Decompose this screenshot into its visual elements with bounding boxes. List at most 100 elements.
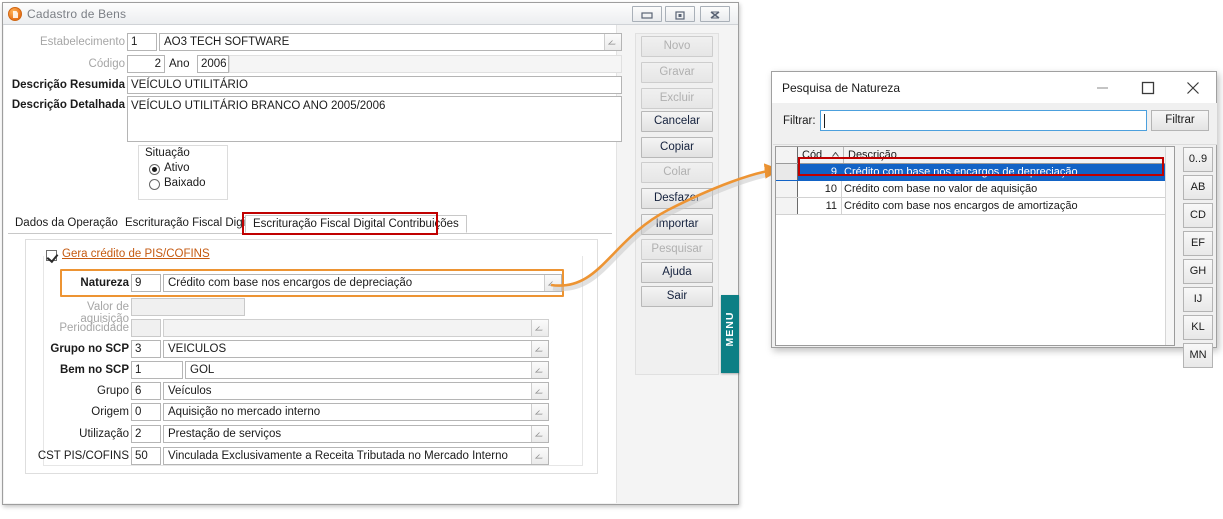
cancelar-button[interactable]: Cancelar xyxy=(641,111,713,132)
chevron-down-icon[interactable] xyxy=(531,341,548,357)
natureza-highlight-annotation xyxy=(60,269,564,297)
cst-combo[interactable]: Vinculada Exclusivamente a Receita Tribu… xyxy=(163,447,549,465)
minimize-icon[interactable] xyxy=(1080,72,1125,103)
periodicidade-code-input[interactable] xyxy=(131,319,161,337)
app-icon xyxy=(8,7,22,21)
chevron-down-icon[interactable] xyxy=(531,383,548,399)
origem-value: Aquisição no mercado interno xyxy=(168,406,321,418)
row-descricao: Crédito com base no valor de aquisição xyxy=(844,183,1038,195)
utilizacao-code-input[interactable]: 2 xyxy=(131,425,161,443)
ano-input[interactable]: 2006 xyxy=(197,55,229,73)
cst-code-input[interactable]: 50 xyxy=(131,447,161,465)
row-selector[interactable] xyxy=(776,164,798,180)
chevron-down-icon[interactable] xyxy=(531,404,548,420)
desfazer-button[interactable]: Desfazer xyxy=(641,188,713,209)
label-periodicidade: Periodicidade xyxy=(59,322,129,334)
bem-scp-code-input[interactable]: 1 xyxy=(131,361,183,379)
table-row[interactable]: 11 Crédito com base nos encargos de amor… xyxy=(776,198,1174,215)
alpha-button-mn[interactable]: MN xyxy=(1183,343,1213,368)
ajuda-button[interactable]: Ajuda xyxy=(641,262,713,283)
cst-value: Vinculada Exclusivamente a Receita Tribu… xyxy=(168,450,508,462)
origem-combo[interactable]: Aquisição no mercado interno xyxy=(163,403,549,421)
chevron-down-icon[interactable] xyxy=(604,34,621,50)
row-selector[interactable] xyxy=(776,181,798,197)
copiar-button[interactable]: Copiar xyxy=(641,137,713,158)
excluir-button[interactable]: Excluir xyxy=(641,88,713,109)
grupo-scp-code-input[interactable]: 3 xyxy=(131,340,161,358)
grupo-code-input[interactable]: 6 xyxy=(131,382,161,400)
gera-credito-label: Gera crédito de PIS/COFINS xyxy=(62,248,210,260)
novo-button[interactable]: Novo xyxy=(641,36,713,57)
table-row[interactable]: 10 Crédito com base no valor de aquisiçã… xyxy=(776,181,1174,198)
menu-side-tab[interactable]: MENU xyxy=(721,295,739,373)
codigo-row-filler xyxy=(229,55,622,73)
alpha-button-ij[interactable]: IJ xyxy=(1183,287,1213,312)
grupo-scp-combo[interactable]: VEICULOS xyxy=(163,340,549,358)
alpha-button-0-9[interactable]: 0..9 xyxy=(1183,147,1213,172)
tab-dados-da-operacao[interactable]: Dados da Operação xyxy=(8,215,125,233)
radio-ativo[interactable] xyxy=(149,164,160,175)
alpha-button-cd[interactable]: CD xyxy=(1183,203,1213,228)
sair-button[interactable]: Sair xyxy=(641,286,713,307)
tab-highlight-annotation xyxy=(242,212,438,235)
grupo-scp-value: VEICULOS xyxy=(168,343,227,355)
chevron-down-icon[interactable] xyxy=(531,320,548,336)
label-ativo: Ativo xyxy=(164,162,190,174)
label-filtrar: Filtrar: xyxy=(783,115,816,127)
close-icon[interactable] xyxy=(700,6,730,22)
label-bem-no-scp: Bem no SCP xyxy=(59,364,129,376)
alpha-button-kl[interactable]: KL xyxy=(1183,315,1213,340)
codigo-input[interactable]: 2 xyxy=(127,55,165,73)
bem-scp-combo[interactable]: GOL xyxy=(185,361,549,379)
label-cst-pis-cofins: CST PIS/COFINS xyxy=(37,450,129,462)
filter-input[interactable] xyxy=(820,110,1147,131)
gravar-button[interactable]: Gravar xyxy=(641,62,713,83)
label-estabelecimento: Estabelecimento xyxy=(39,36,125,48)
colar-button[interactable]: Colar xyxy=(641,162,713,183)
chevron-down-icon[interactable] xyxy=(531,426,548,442)
descricao-resumida-input[interactable]: VEÍCULO UTILITÁRIO xyxy=(127,76,622,94)
grupo-value: Veículos xyxy=(168,385,212,397)
label-grupo-no-scp: Grupo no SCP xyxy=(50,343,129,355)
text-caret xyxy=(824,114,825,128)
importar-button[interactable]: Importar xyxy=(641,214,713,235)
origem-code-input[interactable]: 0 xyxy=(131,403,161,421)
chevron-down-icon[interactable] xyxy=(531,448,548,464)
radio-baixado[interactable] xyxy=(149,179,160,190)
estabelecimento-combo[interactable]: AO3 TECH SOFTWARE xyxy=(159,33,622,51)
label-utilizacao: Utilização xyxy=(79,428,129,440)
selected-row-highlight-annotation xyxy=(798,157,1164,176)
menu-side-tab-label: MENU xyxy=(724,311,736,347)
minimize-icon[interactable] xyxy=(632,6,662,22)
estabelecimento-name: AO3 TECH SOFTWARE xyxy=(164,36,290,48)
row-codigo: 10 xyxy=(798,181,842,197)
alpha-button-gh[interactable]: GH xyxy=(1183,259,1213,284)
close-icon[interactable] xyxy=(1170,72,1215,103)
label-descricao-detalhada: Descrição Detalhada xyxy=(11,99,125,111)
label-ano: Ano xyxy=(169,58,190,70)
row-codigo: 11 xyxy=(798,198,842,214)
filtrar-button[interactable]: Filtrar xyxy=(1151,110,1209,131)
utilizacao-combo[interactable]: Prestação de serviços xyxy=(163,425,549,443)
row-selector[interactable] xyxy=(776,198,798,214)
bem-scp-value: GOL xyxy=(190,364,215,376)
alpha-button-ab[interactable]: AB xyxy=(1183,175,1213,200)
natureza-grid[interactable]: Cód Descrição 9 Crédito com base nos enc… xyxy=(775,146,1175,346)
row-descricao: Crédito com base nos encargos de amortiz… xyxy=(844,200,1078,212)
gera-credito-checkbox[interactable] xyxy=(46,250,57,261)
label-origem: Origem xyxy=(91,406,129,418)
alpha-button-ef[interactable]: EF xyxy=(1183,231,1213,256)
descricao-detalhada-input[interactable]: VEÍCULO UTILITÁRIO BRANCO ANO 2005/2006 xyxy=(127,96,622,142)
main-window-title: Cadastro de Bens xyxy=(27,7,127,21)
estabelecimento-code-input[interactable]: 1 xyxy=(127,33,157,51)
grupo-combo[interactable]: Veículos xyxy=(163,382,549,400)
restore-icon[interactable] xyxy=(665,6,695,22)
label-codigo: Código xyxy=(88,58,125,70)
periodicidade-combo[interactable] xyxy=(163,319,549,337)
pesquisar-button[interactable]: Pesquisar xyxy=(641,239,713,260)
valor-aquisicao-input[interactable] xyxy=(131,298,245,316)
maximize-icon[interactable] xyxy=(1125,72,1170,103)
grid-vertical-scrollbar[interactable] xyxy=(1165,147,1174,345)
cadastro-de-bens-window: Cadastro de Bens Estabelecimento 1 AO3 T… xyxy=(2,2,739,505)
chevron-down-icon[interactable] xyxy=(531,362,548,378)
